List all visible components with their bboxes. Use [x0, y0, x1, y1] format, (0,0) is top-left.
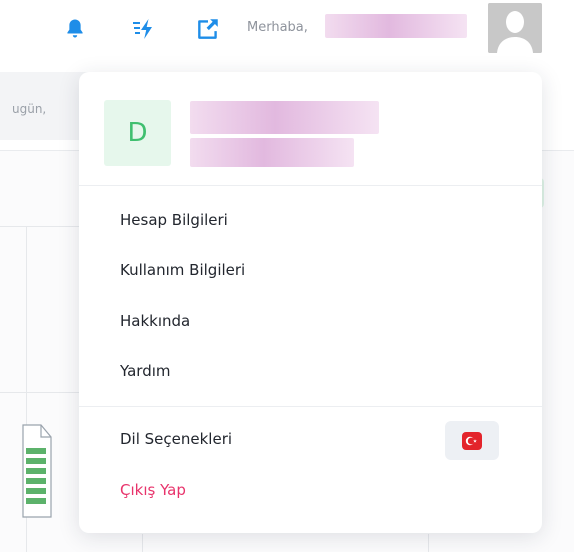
- greeting-text: Merhaba,: [247, 20, 308, 35]
- user-initial: D: [127, 118, 148, 148]
- profile-dropdown: D Hesap Bilgileri Kullanım Bilgileri Hak…: [79, 72, 542, 533]
- redacted-user-email: [190, 138, 354, 167]
- bolt-icon[interactable]: [131, 16, 157, 42]
- user-info-header: D: [79, 72, 542, 186]
- menu-item-language-options[interactable]: Dil Seçenekleri: [120, 430, 232, 448]
- top-navbar: Merhaba,: [0, 0, 574, 62]
- menu-item-usage-info[interactable]: Kullanım Bilgileri: [120, 261, 245, 279]
- redacted-user-name: [325, 14, 467, 38]
- spreadsheet-file-icon: [22, 424, 52, 518]
- logout-button[interactable]: Çıkış Yap: [120, 481, 186, 499]
- background-divider: [142, 534, 143, 552]
- bell-icon[interactable]: [62, 16, 88, 42]
- redacted-user-name: [190, 101, 379, 134]
- menu-item-help[interactable]: Yardım: [120, 362, 171, 380]
- menu-divider: [79, 406, 542, 407]
- background-divider: [0, 226, 80, 227]
- background-divider: [428, 534, 429, 552]
- turkey-flag-icon: [462, 431, 482, 450]
- background-divider: [0, 392, 80, 393]
- language-select-button[interactable]: [445, 421, 499, 460]
- user-initial-avatar: D: [104, 100, 171, 166]
- menu-item-about[interactable]: Hakkında: [120, 312, 190, 330]
- background-date-text: ugün,: [12, 102, 47, 116]
- user-avatar[interactable]: [488, 3, 542, 53]
- menu-item-account-info[interactable]: Hesap Bilgileri: [120, 211, 228, 229]
- share-icon[interactable]: [195, 16, 221, 42]
